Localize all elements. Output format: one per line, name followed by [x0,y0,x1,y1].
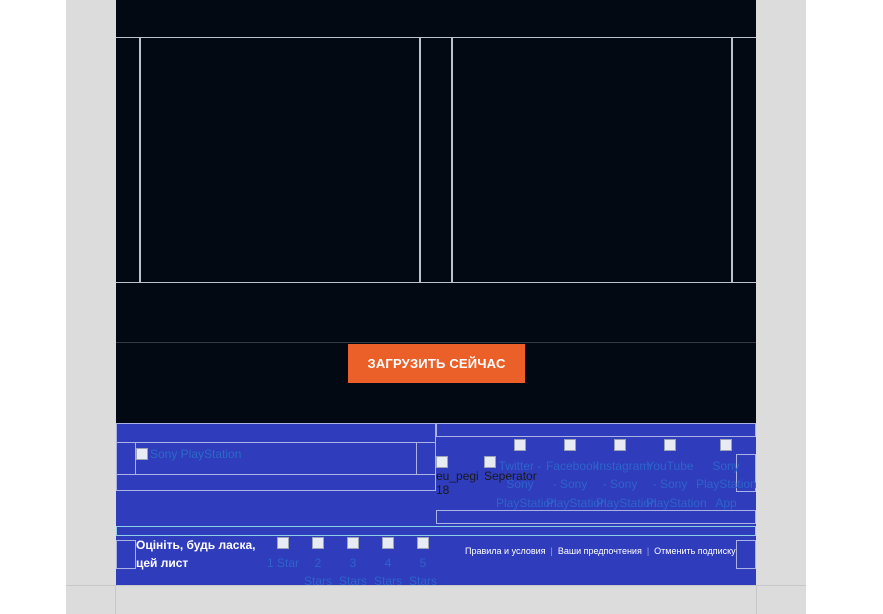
grid-divider [731,38,733,282]
twitter-link[interactable]: Twitter - Sony PlayStation [496,438,557,512]
hero-image-grid [116,37,756,283]
star-icon [347,537,359,549]
star-3-alt: 3 Stars [338,556,367,588]
rating-top-strip [116,526,756,536]
grid-divider [451,38,453,282]
youtube-icon [664,439,676,451]
grid-divider [139,38,141,282]
footer-links: Правила и условия | Ваши предпочтения | Отме… [465,546,736,556]
star-4-alt: 4 Stars [373,556,402,588]
playstation-logo[interactable]: Sony PlayStation [136,447,241,461]
pegi-alt: eu_pegi 18 [436,469,479,497]
preferences-link[interactable]: Ваши предпочтения [558,546,642,556]
instagram-icon [614,439,626,451]
bottom-spacer [66,585,806,614]
grid-divider [419,38,421,282]
star-3-link[interactable]: 3 Stars [336,536,370,590]
star-1-link[interactable]: 1 Star [266,536,300,572]
cta-section: ЗАГРУЗИТЬ СЕЙЧАС [116,342,756,423]
playstation-app-link[interactable]: Sony PlayStation App [696,438,757,512]
rate-email-label: Оцініть, будь ласка, цей лист [136,538,256,570]
rating-left-spacer [116,540,136,569]
twitter-icon [514,439,526,451]
bottom-divider [115,586,116,614]
social-top-strip [436,423,756,437]
star-icon [277,537,289,549]
broken-image-icon [436,456,448,468]
star-icon [417,537,429,549]
link-separator: | [550,546,553,556]
hero-top-band [116,0,756,37]
app-icon [720,439,732,451]
hero-bottom-band [116,283,756,343]
star-2-alt: 2 Stars [303,556,332,588]
download-now-button[interactable]: ЗАГРУЗИТЬ СЕЙЧАС [348,344,525,383]
star-5-alt: 5 Stars [408,556,437,588]
broken-image-icon [136,448,148,460]
instagram-link[interactable]: Instagram - Sony PlayStation [596,438,657,512]
star-icon [382,537,394,549]
facebook-icon [564,439,576,451]
star-2-link[interactable]: 2 Stars [301,536,335,590]
star-4-link[interactable]: 4 Stars [371,536,405,590]
broken-image-icon [484,456,496,468]
star-1-alt: 1 Star [266,556,299,570]
social-bottom-strip [436,510,756,524]
facebook-link[interactable]: Facebook - Sony PlayStation [546,438,607,512]
app-alt: Sony PlayStation App [696,458,757,510]
footer-social-section: Sony PlayStation eu_pegi 18 Seperator Tw… [116,423,757,526]
bottom-divider [756,586,757,614]
link-separator: | [646,546,650,556]
star-5-link[interactable]: 5 Stars [406,536,440,590]
unsubscribe-link[interactable]: Отменить подписку [654,546,736,556]
youtube-link[interactable]: YouTube - Sony PlayStation [646,438,707,512]
star-icon [312,537,324,549]
rating-right-spacer [736,540,756,569]
terms-link[interactable]: Правила и условия [465,546,546,556]
playstation-logo-alt: Sony PlayStation [150,447,242,461]
footer-rating-section: Оцініть, будь ласка, цей лист 1 Star 2 S… [116,526,756,588]
